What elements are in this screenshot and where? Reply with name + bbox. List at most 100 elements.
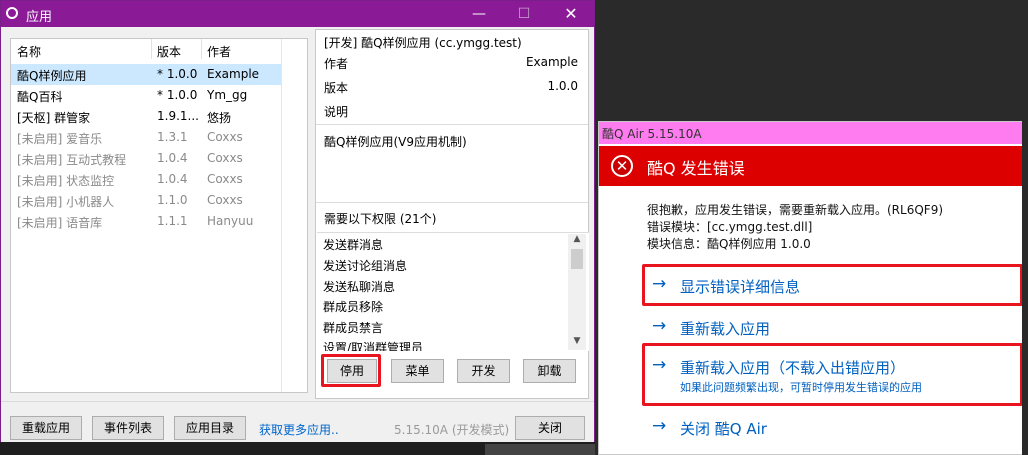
close-button[interactable]: 关闭 [515,416,585,440]
app-name: [未启用] 小机器人 [17,195,115,209]
app-author: Coxxs [207,151,243,165]
permission-item: 发送私聊消息 [323,280,396,294]
list-item-disabled[interactable]: [未启用] 语音库 1.1.1 Hanyuu [11,211,281,232]
list-item[interactable]: 酷Q百科 * 1.0.0 Ym_gg [11,85,281,106]
app-name: [未启用] 爱音乐 [17,132,103,146]
list-item[interactable]: [天枢] 群管家 1.9.1... 悠扬 [11,106,281,127]
error-dialog-titlebar[interactable]: 酷Q Air 5.15.10A [599,122,1027,144]
app-version: 1.1.1 [157,214,188,228]
reload-apps-button[interactable]: 重载应用 [10,416,82,440]
permissions-scrollbar[interactable]: ▲ ▼ [568,234,586,350]
column-header-name[interactable]: 名称 [17,43,41,60]
app-name: 酷Q样例应用 [17,69,87,83]
app-version: 1.9.1... [157,109,199,123]
divider [316,124,588,125]
scroll-thumb[interactable] [571,249,583,269]
arrow-right-icon: → [652,355,667,375]
disable-button[interactable]: 停用 [327,359,377,383]
list-item-disabled[interactable]: [未启用] 状态监控 1.0.4 Coxxs [11,169,281,190]
menu-button[interactable]: 菜单 [391,359,444,383]
app-author: Coxxs [207,193,243,207]
app-name: [未启用] 状态监控 [17,174,115,188]
error-module: 错误模块：[cc.ymgg.test.dll] [647,220,813,234]
error-dialog-title: 酷Q Air 5.15.10A [602,127,702,141]
window-titlebar[interactable]: 应用 — ☐ ✕ [1,1,594,27]
event-list-button[interactable]: 事件列表 [92,416,164,440]
background-window-edge [1022,0,1028,455]
version-value: 1.0.0 [547,79,578,93]
option-label: 重新载入应用（不载入出错应用） [680,359,906,377]
version-label: 版本 [324,81,349,95]
app-version: 1.0.4 [157,151,188,165]
error-x-icon: ✕ [611,155,633,177]
app-name: [天枢] 群管家 [17,111,91,125]
app-name: [未启用] 互动式教程 [17,153,127,167]
list-item-selected[interactable]: 酷Q样例应用 * 1.0.0 Example [11,64,281,85]
option-sublabel: 如果此问题频繁出现，可暂时停用发生错误的应用 [680,381,922,394]
app-version: 1.0.4 [157,172,188,186]
error-heading: 酷Q 发生错误 [647,159,745,178]
list-item-disabled[interactable]: [未启用] 小机器人 1.1.0 Coxxs [11,190,281,211]
app-author: Ym_gg [207,88,248,102]
close-window-button[interactable]: ✕ [551,1,591,27]
app-name: [未启用] 语音库 [17,216,103,230]
window-title: 应用 [26,10,53,25]
author-value: Example [525,55,578,69]
uninstall-button[interactable]: 卸载 [523,359,576,383]
dev-button[interactable]: 开发 [457,359,510,383]
app-directory-button[interactable]: 应用目录 [174,416,246,440]
permission-item: 设置/取消群管理员 [323,341,424,351]
error-message: 很抱歉，应用发生错误，需要重新载入应用。(RL6QF9) [647,203,944,217]
app-version: * 1.0.0 [157,67,198,81]
arrow-right-icon: → [652,316,667,336]
scroll-down-arrow-icon[interactable]: ▼ [568,336,586,350]
permission-item: 群成员移除 [323,300,384,314]
column-separator[interactable] [151,39,152,59]
app-author: Coxxs [207,172,243,186]
maximize-button[interactable]: ☐ [504,1,544,27]
column-separator[interactable] [201,39,202,59]
reload-without-faulty-app-option[interactable]: → 重新载入应用（不载入出错应用） 如果此问题频繁出现，可暂时停用发生错误的应用 [642,347,1021,403]
list-divider [281,39,282,392]
get-more-apps-link[interactable]: 获取更多应用.. [259,421,339,438]
app-list[interactable]: 名称 版本 作者 酷Q样例应用 * 1.0.0 Example 酷Q百科 * 1… [10,38,308,393]
app-detail-panel: [开发] 酷Q样例应用 (cc.ymgg.test) 作者 Example 版本… [315,29,589,399]
apps-window: 应用 — ☐ ✕ 名称 版本 作者 酷Q样例应用 * 1.0.0 Example… [0,0,595,442]
reload-app-option[interactable]: → 重新载入应用 [642,312,1021,344]
arrow-right-icon: → [652,274,667,294]
list-item-disabled[interactable]: [未启用] 爱音乐 1.3.1 Coxxs [11,127,281,148]
app-author: Coxxs [207,130,243,144]
permissions-list[interactable]: 发送群消息 发送讨论组消息 发送私聊消息 群成员移除 群成员禁言 设置/取消群管… [317,232,589,351]
coolq-logo-icon [6,7,18,19]
app-version: * 1.0.0 [157,88,198,102]
app-version: 1.1.0 [157,193,188,207]
error-header: ✕ 酷Q 发生错误 [599,146,1027,186]
author-label: 作者 [324,57,349,71]
version-status: 5.15.10A (开发模式) [394,423,510,437]
show-error-details-option[interactable]: → 显示错误详细信息 [642,267,1021,303]
divider [316,202,588,203]
app-author: Hanyuu [207,214,254,228]
column-header-author[interactable]: 作者 [207,43,231,60]
permission-item: 发送群消息 [323,238,384,252]
column-header-version[interactable]: 版本 [157,43,181,60]
error-dialog: 酷Q Air 5.15.10A ✕ 酷Q 发生错误 很抱歉，应用发生错误，需要重… [598,121,1028,455]
permission-item: 发送讨论组消息 [323,259,408,273]
close-coolq-air-option[interactable]: → 关闭 酷Q Air [642,412,1021,444]
description-label: 说明 [324,105,349,119]
list-item-disabled[interactable]: [未启用] 互动式教程 1.0.4 Coxxs [11,148,281,169]
list-header: 名称 版本 作者 [11,39,281,61]
scroll-up-arrow-icon[interactable]: ▲ [568,234,586,248]
description-text: 酷Q样例应用(V9应用机制) [324,135,467,149]
module-info: 模块信息：酷Q样例应用 1.0.0 [647,237,811,251]
minimize-button[interactable]: — [459,1,499,27]
detail-title: [开发] 酷Q样例应用 (cc.ymgg.test) [324,36,522,50]
app-version: 1.3.1 [157,130,188,144]
option-label: 重新载入应用 [680,320,771,338]
background-strip-fragment [485,444,595,455]
app-author: 悠扬 [207,111,232,125]
arrow-right-icon: → [652,416,667,436]
detail-box: [开发] 酷Q样例应用 (cc.ymgg.test) 作者 Example 版本… [315,29,589,399]
permission-item: 群成员禁言 [323,321,384,335]
app-name: 酷Q百科 [17,90,63,104]
